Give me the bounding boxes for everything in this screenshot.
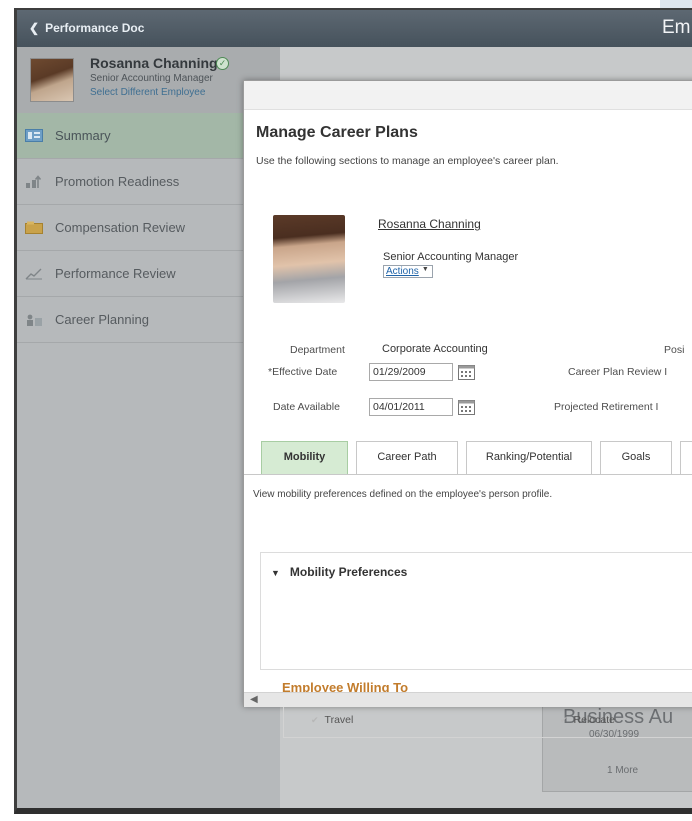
relocate-checkbox[interactable]: ✔ Relocate: [560, 714, 615, 726]
employee-title: Senior Accounting Manager: [90, 73, 213, 84]
select-employee-link[interactable]: Select Different Employee: [90, 87, 205, 98]
career-plan-review-label: Career Plan Review I: [568, 366, 668, 378]
sidebar-item-label: Compensation Review: [55, 220, 186, 235]
sidebar-item-label: Performance Review: [55, 266, 176, 281]
check-circle-icon: ✓: [216, 57, 229, 70]
sidebar-item-label: Summary: [55, 128, 111, 143]
sidebar-item-summary[interactable]: Summary: [17, 113, 280, 159]
manage-career-plans-dialog: Manage Career Plans Use the following se…: [243, 80, 692, 738]
performance-icon: [25, 268, 42, 280]
travel-label: Travel: [324, 714, 354, 726]
dialog-title: Manage Career Plans: [256, 124, 418, 141]
mobility-group-header[interactable]: ▼ Mobility Preferences: [271, 565, 407, 579]
sidebar-item-compensation-review[interactable]: Compensation Review: [17, 205, 280, 251]
effective-date-input[interactable]: 01/29/2009: [369, 363, 453, 381]
actions-menu-button[interactable]: Actions ▼: [383, 265, 433, 278]
employee-header: Rosanna Channing ✓ Senior Accounting Man…: [17, 47, 280, 113]
tab-goals[interactable]: Goals: [600, 441, 672, 474]
compensation-icon: [25, 221, 43, 234]
employee-avatar: [30, 58, 74, 102]
department-label: Department: [290, 344, 345, 356]
back-link[interactable]: ❮ Performance Doc: [29, 21, 144, 35]
sidebar: Rosanna Channing ✓ Senior Accounting Man…: [17, 47, 280, 808]
corner-tab: [660, 0, 692, 8]
check-icon: ✔: [311, 715, 319, 725]
check-icon: ✔: [560, 715, 568, 725]
back-link-label: Performance Doc: [45, 21, 145, 35]
projected-retirement-label: Projected Retirement I: [554, 401, 659, 413]
sidebar-item-performance-review[interactable]: Performance Review: [17, 251, 280, 297]
position-label: Posi: [664, 344, 685, 356]
sidebar-item-label: Promotion Readiness: [55, 174, 180, 189]
caret-down-icon: ▼: [421, 266, 429, 273]
sidebar-item-label: Career Planning: [55, 312, 149, 327]
date-available-input[interactable]: 04/01/2011: [369, 398, 453, 416]
collapse-arrow-icon: ▼: [271, 568, 280, 578]
sidebar-item-promotion-readiness[interactable]: Promotion Readiness: [17, 159, 280, 205]
tile-more-link[interactable]: 1 More: [607, 765, 638, 776]
summary-icon: [25, 129, 43, 142]
relocate-label: Relocate: [573, 714, 615, 726]
dialog-description: Use the following sections to manage an …: [256, 155, 559, 167]
tab-ranking-potential[interactable]: Ranking/Potential: [466, 441, 592, 474]
calendar-icon[interactable]: [458, 399, 475, 415]
horizontal-scrollbar[interactable]: ◀: [244, 692, 692, 707]
mobility-description: View mobility preferences defined on the…: [253, 489, 553, 500]
date-available-label: Date Available: [273, 401, 340, 413]
chevron-left-icon: ❮: [29, 21, 40, 35]
promotion-icon: [26, 175, 42, 188]
calendar-icon[interactable]: [458, 364, 475, 380]
dialog-header: [244, 81, 692, 110]
travel-checkbox[interactable]: ✔ Travel: [311, 714, 353, 726]
tab-divider: [244, 474, 692, 475]
mobility-preferences-group: ▼ Mobility Preferences: [260, 552, 692, 670]
career-icon: [27, 314, 42, 326]
mobility-group-title: Mobility Preferences: [289, 565, 408, 579]
tab-mobility[interactable]: Mobility: [261, 441, 348, 474]
tab-overflow[interactable]: [680, 441, 692, 474]
scroll-left-icon[interactable]: ◀: [250, 694, 258, 705]
page-title: Em: [662, 17, 691, 38]
tab-career-path[interactable]: Career Path: [356, 441, 458, 474]
actions-label: Actions: [386, 266, 419, 277]
sidebar-item-career-planning[interactable]: Career Planning: [17, 297, 280, 343]
employee-photo: [273, 215, 345, 303]
employee-job-title: Senior Accounting Manager: [383, 251, 519, 263]
employee-name-link[interactable]: Rosanna Channing: [378, 217, 481, 231]
employee-name: Rosanna Channing: [90, 55, 218, 71]
department-value: Corporate Accounting: [382, 343, 488, 355]
effective-date-label: *Effective Date: [268, 366, 338, 378]
header-bar: ❮ Performance Doc Em: [17, 10, 692, 47]
